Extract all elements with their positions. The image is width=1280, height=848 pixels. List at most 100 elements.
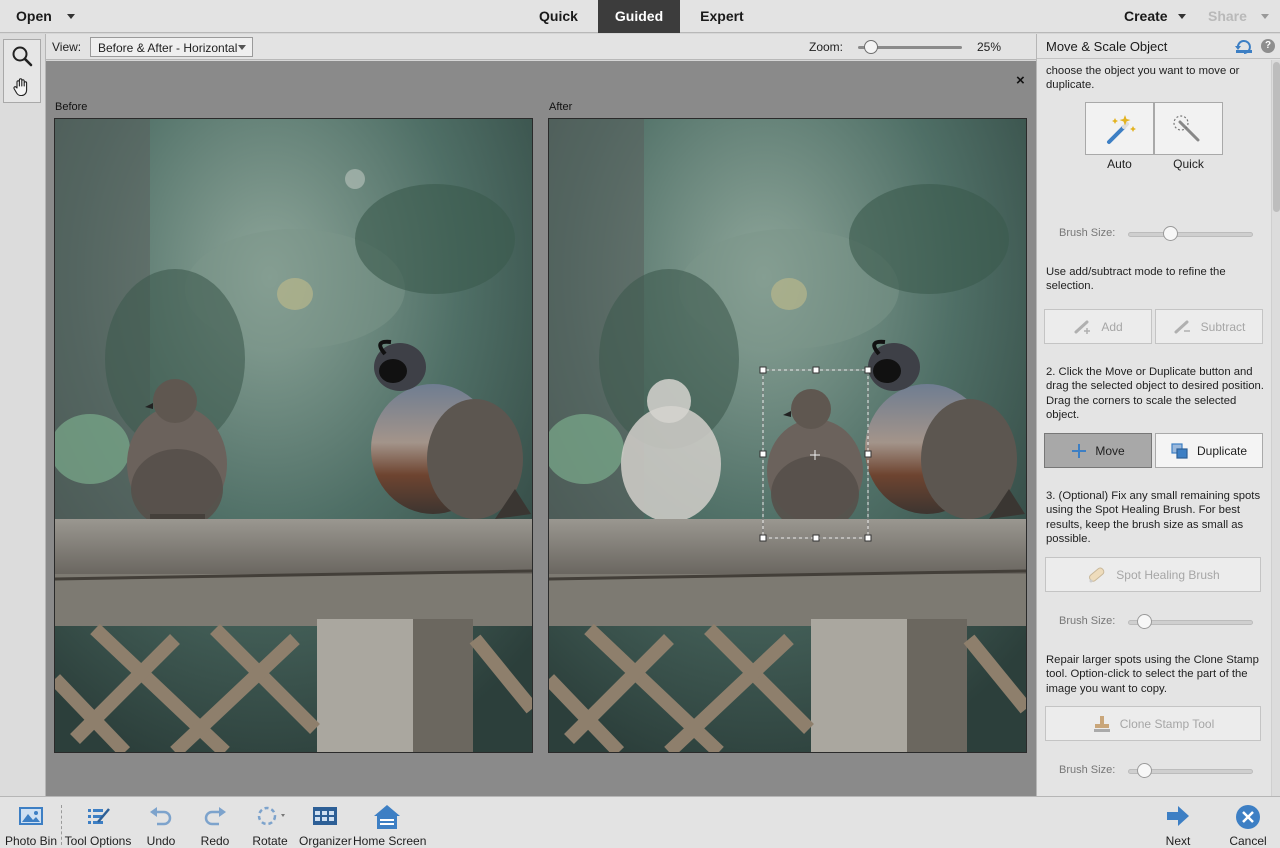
clone-stamp-label: Clone Stamp Tool [1119,716,1215,731]
step3-text: 3. (Optional) Fix any small remaining sp… [1046,490,1261,546]
brush-size-thumb[interactable] [1137,614,1153,629]
brush-size-label: Brush Size: [1059,227,1116,239]
refine-text: Use add/subtract mode to refine the sele… [1046,266,1226,293]
view-bar: View: Before & After - Horizontal Zoom: … [46,34,1036,60]
canvas-area: × Before After [46,61,1036,796]
hand-icon [13,78,28,97]
spot-healing-label: Spot Healing Brush [1116,567,1220,582]
tab-expert[interactable]: Expert [680,0,764,33]
quick-select-button[interactable] [1154,102,1223,155]
panel-scrollbar-thumb[interactable] [1273,62,1280,212]
after-label: After [549,101,573,113]
share-menu: Share [1208,8,1269,24]
quail-photo-after [549,119,1026,752]
auto-label: Auto [1107,157,1132,171]
brush-size-track[interactable] [1128,232,1253,237]
magnifier-icon [12,46,33,67]
after-image [548,118,1027,753]
undo-button[interactable]: Undo [140,797,182,848]
zoom-tool[interactable] [4,41,40,71]
top-bar: Open Quick Guided Expert Create Share [0,0,1280,33]
tools-panel [0,34,46,796]
subtract-label: Subtract [1200,319,1246,334]
brush-size-thumb[interactable] [1137,763,1153,778]
redo-button[interactable]: Redo [194,797,236,848]
cancel-button[interactable]: Cancel [1224,797,1272,848]
brush-size-slider-1: Brush Size: [1059,226,1269,242]
panel-scrollbar[interactable] [1271,60,1280,796]
move-label: Move [1095,443,1125,458]
photo-bin-icon [19,807,43,825]
open-dropdown-icon [67,14,75,19]
next-button[interactable]: Next [1158,797,1198,848]
intro-text: choose the object you want to move or du… [1046,65,1240,92]
move-arrows-icon [1072,443,1087,458]
duplicate-button[interactable]: Duplicate [1155,433,1263,468]
open-menu[interactable]: Open [16,8,75,24]
bottom-divider [61,805,62,845]
tool-options-button[interactable]: Tool Options [64,797,132,848]
undo-icon [150,807,172,826]
rotate-icon [257,806,285,826]
photo-bin-button[interactable]: Photo Bin [0,797,62,848]
view-select[interactable]: Before & After - Horizontal [90,37,253,57]
clone-stamp-icon [1093,715,1110,732]
add-label: Add [1101,319,1123,334]
cancel-label: Cancel [1229,834,1267,848]
close-icon[interactable]: × [1016,72,1025,89]
create-menu[interactable]: Create [1124,8,1187,24]
next-label: Next [1165,834,1191,848]
bottom-bar: Photo Bin Tool Options Undo Redo Rotate … [0,796,1280,848]
share-dropdown-icon [1260,13,1269,19]
home-screen-label: Home Screen [353,834,427,848]
reset-icon[interactable] [1235,38,1253,57]
mode-tabs: Quick Guided Expert [519,0,764,33]
tool-options-label: Tool Options [64,834,132,848]
duplicate-icon [1171,442,1188,459]
chevron-down-icon [238,45,246,50]
brush-subtract-icon [1174,320,1190,333]
tool-options-icon [88,808,110,824]
brush-size-label: Brush Size: [1059,615,1116,627]
brush-size-label: Brush Size: [1059,764,1116,776]
quick-selection-brush-icon [1172,114,1199,141]
tab-guided[interactable]: Guided [597,0,681,33]
rotate-button[interactable]: Rotate [246,797,294,848]
step2-text: 2. Click the Move or Duplicate button an… [1046,366,1264,422]
brush-size-thumb[interactable] [1162,226,1178,241]
brush-add-icon [1074,320,1091,334]
zoom-label: Zoom: [809,40,844,54]
home-screen-button[interactable]: Home Screen [353,797,427,848]
quail-photo-before [55,119,532,752]
organizer-icon [313,807,337,825]
clone-stamp-tool-button[interactable]: Clone Stamp Tool [1045,706,1261,741]
panel-title: Move & Scale Object [1046,39,1168,54]
before-image [54,118,533,753]
photo-bin-label: Photo Bin [4,834,58,848]
redo-icon [204,807,226,826]
auto-select-button[interactable] [1085,102,1154,155]
cancel-icon [1236,805,1260,829]
create-label: Create [1124,8,1168,24]
spot-healing-brush-icon [1089,567,1105,582]
open-label: Open [16,8,52,24]
move-button[interactable]: Move [1044,433,1152,468]
clone-text: Repair larger spots using the Clone Stam… [1046,654,1259,695]
help-icon[interactable]: ? [1261,39,1275,53]
view-select-value: Before & After - Horizontal [98,41,238,55]
tab-quick[interactable]: Quick [519,0,598,33]
share-label: Share [1208,8,1247,24]
zoom-value: 25% [977,40,1002,54]
rotate-label: Rotate [252,834,288,848]
duplicate-label: Duplicate [1196,443,1248,458]
subtract-button: Subtract [1155,309,1263,344]
spot-healing-brush-button[interactable]: Spot Healing Brush [1045,557,1261,592]
undo-label: Undo [146,834,176,848]
hand-tool[interactable] [4,72,40,102]
home-icon [374,805,400,829]
view-label: View: [52,40,82,54]
zoom-slider-thumb[interactable] [863,40,878,54]
arrow-right-icon [1167,806,1189,826]
magic-wand-icon [1106,114,1136,144]
organizer-button[interactable]: Organizer [299,797,352,848]
